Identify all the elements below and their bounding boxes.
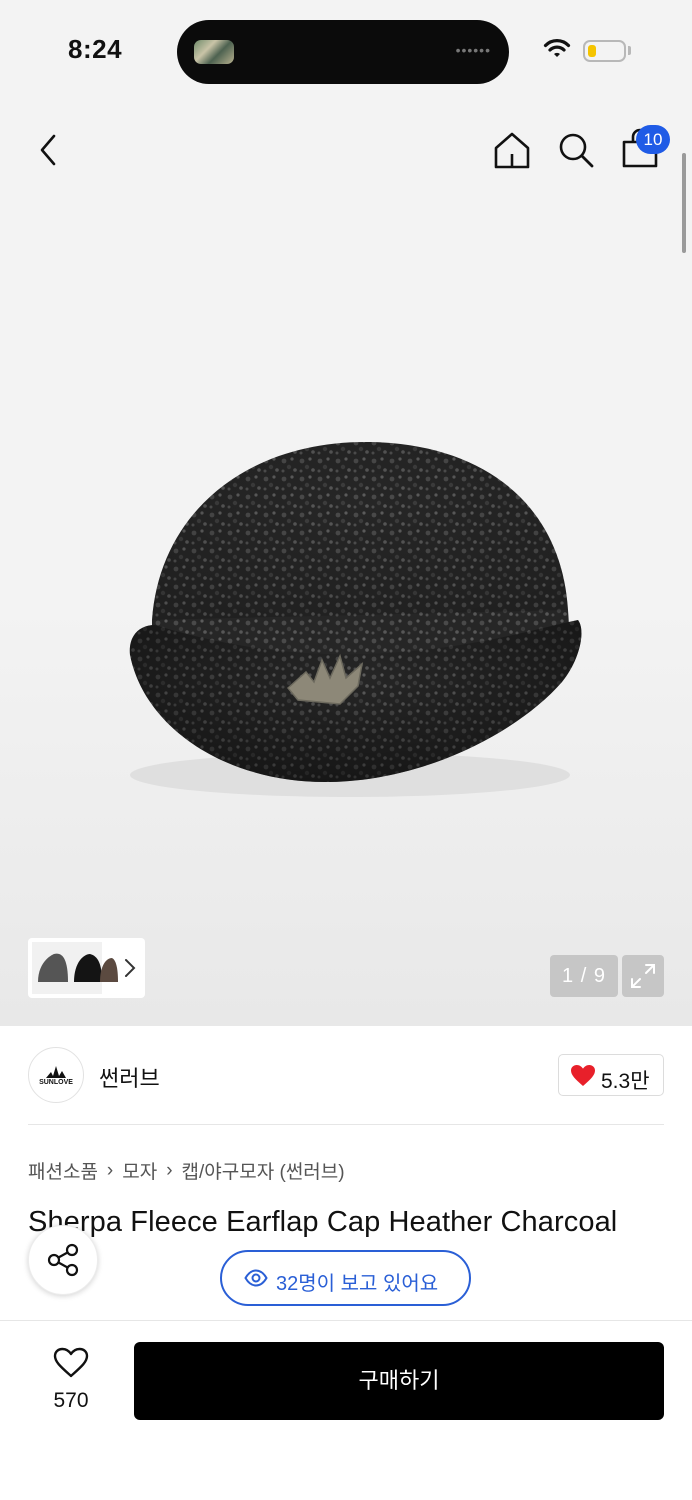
battery-icon bbox=[583, 40, 626, 62]
viewers-count-pill: 32명이 보고 있어요 bbox=[220, 1250, 471, 1306]
dynamic-island: •••••• bbox=[177, 20, 509, 84]
product-image bbox=[129, 441, 582, 797]
chevron-right-icon: › bbox=[106, 1159, 114, 1181]
chevron-right-icon: › bbox=[166, 1159, 173, 1181]
brand-name[interactable]: 썬러브 bbox=[99, 1061, 160, 1093]
chevron-right-icon[interactable] bbox=[122, 956, 138, 980]
breadcrumb-item[interactable]: 캡/야구모자 (썬러브) bbox=[182, 1157, 345, 1184]
status-time: 8:24 bbox=[68, 34, 123, 64]
brand-like-count: 5.3만 bbox=[601, 1070, 650, 1093]
breadcrumb-item[interactable]: 패션소품 bbox=[28, 1157, 98, 1184]
dots-icon: •••••• bbox=[455, 42, 491, 58]
sunlove-logo: SUNLOVE bbox=[39, 1066, 73, 1086]
buy-button[interactable]: 구매하기 bbox=[134, 1342, 664, 1420]
home-icon[interactable] bbox=[492, 130, 532, 170]
chevron-left-icon[interactable] bbox=[34, 132, 64, 168]
breadcrumb: 패션소품 › 모자 › 캡/야구모자 (썬러브) bbox=[28, 1157, 345, 1184]
expand-button[interactable] bbox=[622, 955, 664, 997]
battery-cap bbox=[628, 46, 631, 55]
wifi-icon bbox=[543, 39, 571, 57]
wishlist-count: 570 bbox=[53, 1389, 89, 1412]
product-gallery[interactable] bbox=[0, 100, 692, 1026]
wishlist-button[interactable]: 570 bbox=[40, 1347, 102, 1412]
cart-count-badge: 10 bbox=[636, 125, 670, 154]
search-icon[interactable] bbox=[556, 130, 596, 170]
status-bar: 8:24 •••••• bbox=[0, 0, 692, 100]
divider bbox=[28, 1124, 664, 1125]
brand-like-button[interactable]: 5.3만 bbox=[558, 1054, 664, 1096]
image-counter: 1 / 9 bbox=[550, 955, 618, 997]
bottom-action-bar: 570 구매하기 bbox=[0, 1320, 692, 1500]
heart-outline-icon bbox=[53, 1347, 89, 1378]
share-button[interactable] bbox=[28, 1225, 98, 1295]
now-playing-thumbnail bbox=[194, 40, 234, 64]
svg-text:SUNLOVE: SUNLOVE bbox=[39, 1079, 73, 1086]
heart-filled-icon bbox=[571, 1065, 595, 1086]
breadcrumb-item[interactable]: 모자 bbox=[122, 1157, 157, 1184]
expand-icon bbox=[631, 964, 655, 988]
scrollbar[interactable] bbox=[682, 153, 686, 253]
share-icon bbox=[47, 1243, 79, 1277]
brand-logo[interactable]: SUNLOVE bbox=[28, 1047, 84, 1103]
eye-icon bbox=[244, 1269, 268, 1287]
viewers-text: 32명이 보고 있어요 bbox=[276, 1273, 439, 1295]
